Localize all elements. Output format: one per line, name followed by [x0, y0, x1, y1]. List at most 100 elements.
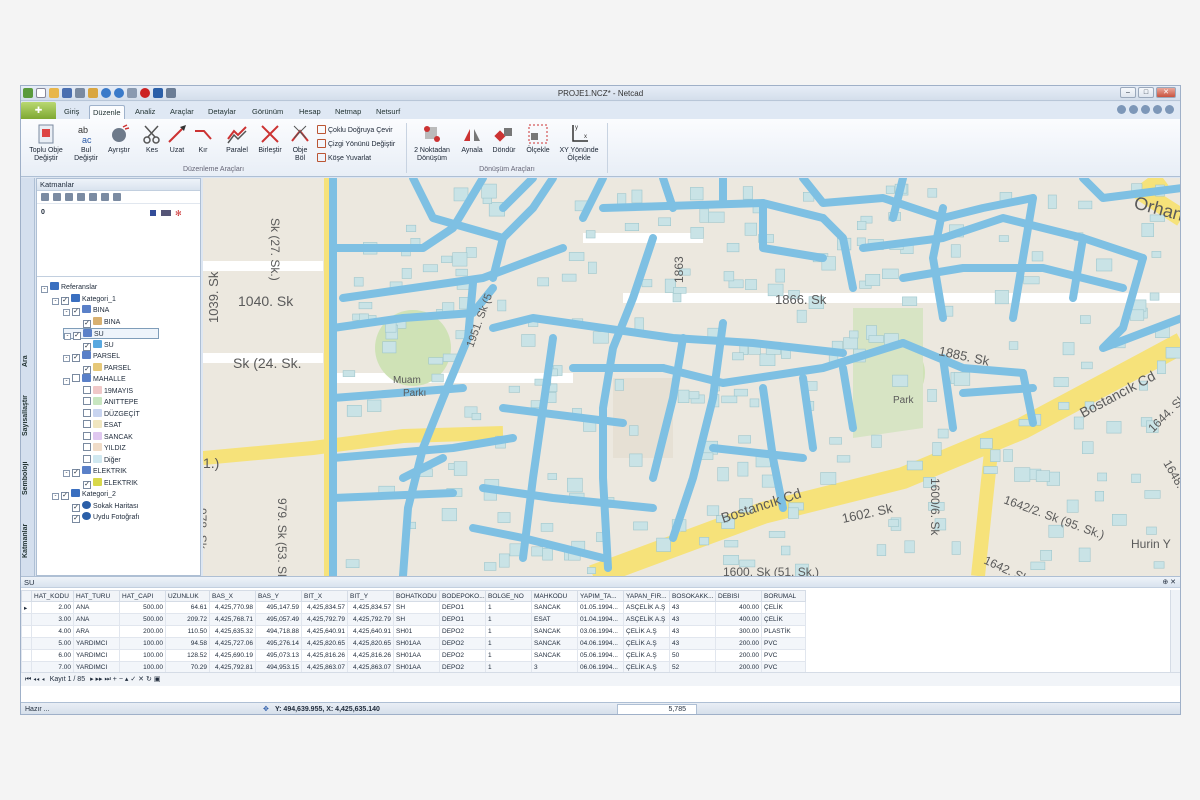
table-cell[interactable]: 1	[485, 649, 532, 662]
layer-checkbox[interactable]: ✓	[72, 354, 80, 362]
kir-button[interactable]: Kır	[192, 123, 214, 155]
expand-toggle-icon[interactable]: -	[63, 309, 70, 316]
layer-visibility-icon[interactable]	[161, 210, 171, 216]
table-cell[interactable]: 64.61	[165, 601, 210, 614]
table-cell[interactable]: ASÇELİK A.Ş	[623, 613, 670, 626]
tab-analiz[interactable]: Analiz	[132, 105, 158, 119]
table-cell[interactable]: 400.00	[715, 613, 762, 626]
table-cell[interactable]: 50	[669, 649, 716, 662]
table-cell[interactable]: 4,425,770.98	[209, 601, 256, 614]
table-cell[interactable]: SH01	[393, 625, 440, 638]
table-cell[interactable]: DEPO2	[439, 649, 486, 662]
table-cell[interactable]: 4,425,640.91	[301, 625, 348, 638]
expand-toggle-icon[interactable]: -	[63, 355, 70, 362]
layer-checkbox[interactable]	[72, 374, 80, 382]
table-cell[interactable]: 5.00	[31, 637, 74, 650]
row-indicator[interactable]: ▸	[21, 601, 32, 614]
row-indicator[interactable]	[21, 637, 32, 650]
cizgi-yonunu-degistir-button[interactable]: Çizgi Yönünü Değiştir	[317, 139, 395, 148]
table-cell[interactable]: ÇELİK A.Ş	[623, 649, 670, 662]
table-cell[interactable]: 495,057.49	[255, 613, 302, 626]
table-cell[interactable]: 200.00	[715, 637, 762, 650]
table-cell[interactable]: SH01AA	[393, 649, 440, 662]
table-cell[interactable]: 03.06.1994...	[577, 625, 624, 638]
layer-tree-item[interactable]: ✓ Uydu Fotoğrafı	[63, 512, 139, 523]
table-cell[interactable]: 4,425,816.26	[347, 649, 394, 662]
table-cell[interactable]: YARDIMCI	[73, 649, 120, 662]
table-cell[interactable]: 4,425,792.79	[347, 613, 394, 626]
application-menu-button[interactable]: ✚	[21, 102, 56, 119]
table-row[interactable]: 5.00 YARDIMCI 100.00 94.58 4,425,727.06 495,2…	[21, 637, 806, 650]
tab-netmap[interactable]: Netmap	[332, 105, 364, 119]
save-record-icon[interactable]: ✓	[130, 676, 136, 683]
table-cell[interactable]: 43	[669, 601, 716, 614]
table-cell[interactable]: ESAT	[531, 613, 578, 626]
column-header[interactable]: YAPAN_FIR...	[623, 590, 670, 602]
tab-detaylar[interactable]: Detaylar	[205, 105, 239, 119]
table-cell[interactable]: DEPO1	[439, 601, 486, 614]
table-cell[interactable]: 200.00	[119, 625, 166, 638]
table-cell[interactable]: 300.00	[715, 625, 762, 638]
layer-tree-item[interactable]: ESAT	[74, 420, 122, 431]
minimize-ribbon-icon[interactable]	[1141, 105, 1150, 114]
map-canvas[interactable]: Orhan 1040. Sk 1039. Sk Sk (27. Sk.) 1866. S…	[203, 178, 1180, 576]
table-cell[interactable]: 4,425,792.79	[301, 613, 348, 626]
table-cell[interactable]: 05.06.1994...	[577, 649, 624, 662]
tab-gorunum[interactable]: Görünüm	[249, 105, 286, 119]
expand-toggle-icon[interactable]: -	[41, 286, 48, 293]
layer-tree-item[interactable]: - MAHALLE	[63, 374, 126, 385]
layer-tree-item[interactable]: 19MAYIS	[74, 385, 133, 397]
up-arrow-icon[interactable]	[1117, 105, 1126, 114]
table-cell[interactable]: 04.06.1994...	[577, 637, 624, 650]
table-cell[interactable]: 1	[485, 601, 532, 614]
table-cell[interactable]: ÇELİK	[761, 613, 806, 626]
column-header[interactable]: BODEPOKO...	[439, 590, 486, 602]
layer-tree-item[interactable]: - ✓ BINA	[63, 305, 109, 316]
delete-record-icon[interactable]: −	[119, 676, 123, 683]
layer-tree-item[interactable]: ✓ Sokak Haritası	[63, 500, 139, 512]
table-cell[interactable]: ÇELİK	[761, 601, 806, 614]
layer-export-icon[interactable]	[101, 193, 109, 201]
table-cell[interactable]: 494,718.88	[255, 625, 302, 638]
table-cell[interactable]: 495,276.14	[255, 637, 302, 650]
column-header[interactable]: BAS_X	[209, 590, 256, 602]
side-tab-semboloji[interactable]: Semboloji	[22, 456, 34, 501]
expand-toggle-icon[interactable]: -	[64, 333, 71, 340]
table-cell[interactable]: SANCAK	[531, 637, 578, 650]
column-header[interactable]: BORUMAL	[761, 590, 806, 602]
table-cell[interactable]: 4,425,820.65	[347, 637, 394, 650]
table-cell[interactable]: 128.52	[165, 649, 210, 662]
table-cell[interactable]: SH	[393, 601, 440, 614]
table-cell[interactable]: 1	[485, 613, 532, 626]
layer-lock-icon[interactable]	[113, 193, 121, 201]
table-vertical-scrollbar[interactable]	[1170, 590, 1180, 672]
layer-tree-item[interactable]: DÜZGEÇİT	[74, 408, 140, 420]
table-cell[interactable]: ANA	[73, 613, 120, 626]
layer-tree-item[interactable]: ✓ BINA	[74, 316, 120, 328]
layer-checkbox[interactable]	[83, 420, 91, 428]
table-cell[interactable]: 495,147.59	[255, 601, 302, 614]
table-cell[interactable]: PVC	[761, 637, 806, 650]
layer-checkbox[interactable]	[83, 408, 91, 417]
paralel-button[interactable]: Paralel	[223, 123, 251, 155]
obje-bol-button[interactable]: Obje Böl	[289, 123, 311, 163]
column-header[interactable]: BOLGE_NO	[485, 590, 532, 602]
column-header[interactable]: BOSOKAKK...	[669, 590, 716, 602]
column-header[interactable]: UZUNLUK	[165, 590, 210, 602]
layer-snap-icon[interactable]: ✻	[175, 209, 182, 218]
layer-row[interactable]: 0 ✻	[41, 209, 196, 219]
layer-checkbox[interactable]: ✓	[83, 365, 91, 374]
table-cell[interactable]: 43	[669, 613, 716, 626]
layer-tree-item[interactable]: - ✓ PARSEL	[63, 351, 120, 362]
layer-options-icon[interactable]	[65, 193, 73, 201]
toplu-obje-degistir-button[interactable]: Toplu Obje Değiştir	[27, 123, 65, 163]
coklu-dogruya-cevir-button[interactable]: Çoklu Doğruya Çevir	[317, 125, 393, 134]
row-indicator[interactable]	[21, 649, 32, 662]
help-icon[interactable]	[1129, 105, 1138, 114]
iki-noktadan-donusum-button[interactable]: 2 Noktadan Dönüşüm	[413, 123, 451, 163]
table-cell[interactable]: 500.00	[119, 601, 166, 614]
side-tab-sayisallastir[interactable]: Sayısallaştır	[22, 383, 34, 448]
table-cell[interactable]: 4,425,834.57	[347, 601, 394, 614]
table-cell[interactable]: 1	[485, 637, 532, 650]
table-cell[interactable]: PLASTİK	[761, 625, 806, 638]
